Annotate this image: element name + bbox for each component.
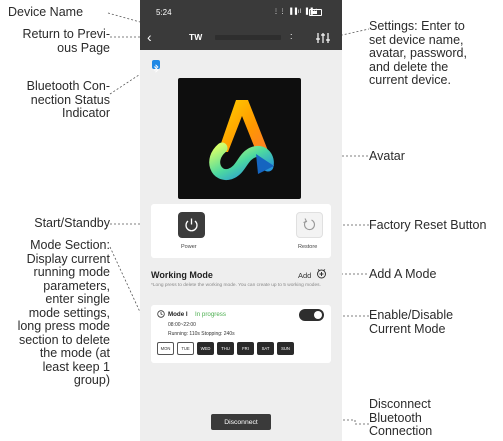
mode-days: MON TUE WED THU FRI SAT SUN (157, 342, 294, 355)
day-sat: SAT (257, 342, 274, 355)
battery-icon (309, 9, 322, 16)
day-mon: MON (157, 342, 174, 355)
working-mode-hint: *Long press to delete the working mode. … (151, 283, 321, 288)
annotation-factory-reset: Factory Reset Button (369, 218, 487, 232)
annotation-enable-disable: Enable/Disable Current Mode (369, 308, 454, 336)
annotation-disconnect: Disconnect Bluetooth Connection (369, 397, 433, 438)
day-wed: WED (197, 342, 214, 355)
clock-icon (157, 310, 165, 318)
device-name: TW (189, 32, 203, 42)
mode-time-range: 08:00~22:00 (168, 322, 196, 328)
restore-icon (303, 218, 316, 231)
mode-enable-toggle[interactable] (299, 309, 324, 321)
status-bar: 5:24 ⋮⋮ ▐▐ıl ▐▐ıl (140, 0, 342, 26)
mode-running-stopping: Running: 110s Stopping: 240s (168, 331, 235, 337)
mode-status: In progress (195, 311, 226, 318)
status-time: 5:24 (156, 8, 172, 17)
annotation-start-standby: Start/Standby (34, 216, 110, 230)
working-mode-title: Working Mode (151, 270, 213, 280)
day-thu: THU (217, 342, 234, 355)
annotation-settings: Settings: Enter to set device name, avat… (369, 19, 467, 87)
avatar[interactable] (178, 78, 301, 199)
annotation-bluetooth-status: Bluetooth Con- nection Status Indicator (26, 79, 110, 120)
avatar-logo-icon (209, 100, 274, 180)
annotation-return: Return to Previ- ous Page (22, 27, 110, 55)
chevron-left-icon[interactable]: ‹ (147, 29, 152, 45)
device-name-redaction (215, 35, 281, 40)
control-card: Power Restore (151, 204, 331, 258)
annotation-device-name: Device Name (8, 5, 84, 19)
restore-label: Restore (298, 244, 318, 250)
annotation-mode-section: Mode Section: Display current running mo… (17, 238, 110, 387)
annotation-avatar: Avatar (369, 149, 405, 163)
power-button[interactable] (178, 212, 205, 238)
bluetooth-icon (152, 60, 160, 73)
disconnect-button[interactable]: Disconnect (211, 414, 271, 430)
annotation-add-mode: Add A Mode (369, 267, 437, 281)
power-label: Power (181, 244, 197, 250)
add-mode-icon[interactable] (316, 268, 327, 279)
top-bar: ‹ TW : (140, 26, 342, 50)
day-tue: TUE (177, 342, 194, 355)
restore-button[interactable] (296, 212, 323, 238)
device-name-separator: : (290, 31, 293, 41)
sliders-icon[interactable] (315, 31, 331, 45)
mode-name: Mode I (168, 311, 188, 318)
day-sun: SUN (277, 342, 294, 355)
add-mode-label[interactable]: Add (298, 271, 311, 280)
mode-card[interactable]: Mode I In progress 08:00~22:00 Running: … (151, 305, 331, 363)
phone-screen: 5:24 ⋮⋮ ▐▐ıl ▐▐ıl ‹ TW : Power Restore W… (140, 0, 342, 441)
power-icon (185, 218, 198, 232)
day-fri: FRI (237, 342, 254, 355)
